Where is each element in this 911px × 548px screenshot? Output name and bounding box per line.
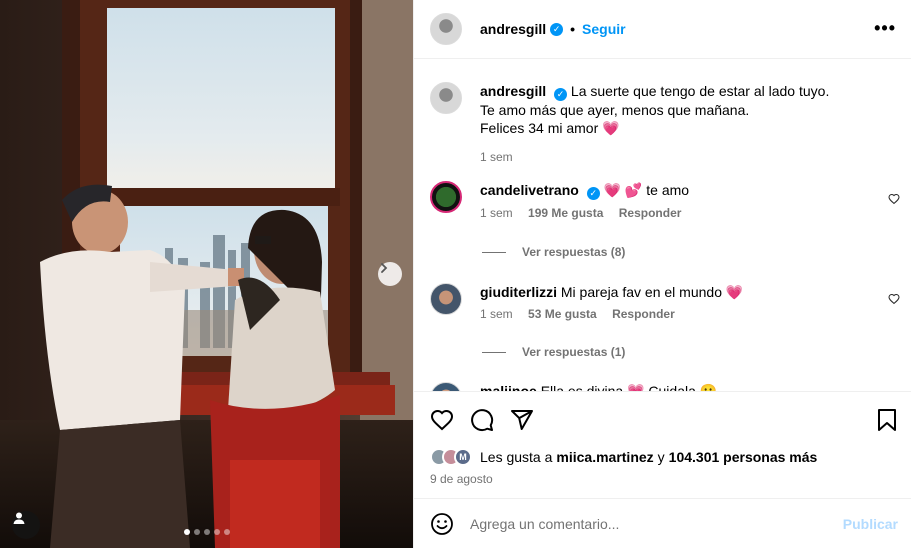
post-date[interactable]: 9 de agosto	[430, 472, 493, 486]
carousel-dot	[204, 529, 210, 535]
replies-divider	[482, 351, 506, 353]
likes-count[interactable]: 104.301 personas más	[669, 449, 818, 465]
likes-user[interactable]: miica.martinez	[556, 449, 653, 465]
comment-icon[interactable]	[470, 408, 494, 432]
tagged-users-button[interactable]	[12, 511, 40, 539]
caption-time[interactable]: 1 sem	[480, 150, 829, 164]
comment-emoji: 💗 Cuidala 🙂	[627, 383, 718, 391]
comment-time[interactable]: 1 sem	[480, 307, 513, 321]
user-icon	[13, 512, 25, 524]
post-side-panel: andresgill ✓ • Seguir ••• andresgill ✓ L…	[413, 0, 911, 548]
comments-list[interactable]: andresgill ✓ La suerte que tengo de esta…	[414, 60, 911, 391]
post-photo[interactable]	[0, 0, 413, 548]
reply-button[interactable]: Responder	[619, 206, 682, 220]
separator-dot: •	[570, 21, 576, 37]
bookmark-icon[interactable]	[876, 408, 898, 432]
author-username[interactable]: andresgill	[480, 21, 546, 37]
like-heart-icon[interactable]	[430, 408, 454, 432]
next-photo-button[interactable]	[378, 262, 402, 286]
comment-emoji: 💗	[725, 284, 744, 300]
heart-icon[interactable]	[888, 193, 900, 205]
verified-badge-icon: ✓	[550, 22, 564, 36]
comment-likes[interactable]: 199 Me gusta	[528, 206, 603, 220]
carousel-dot	[214, 529, 220, 535]
chevron-right-icon	[381, 263, 388, 273]
caption-line: Felices 34 mi amor	[480, 120, 599, 136]
avatar: M	[454, 448, 472, 466]
caption-username[interactable]: andresgill	[480, 83, 546, 99]
comment-username[interactable]: candelivetrano	[480, 182, 579, 198]
heart-icon[interactable]	[888, 293, 900, 305]
view-replies-button[interactable]: Ver respuestas (8)	[482, 245, 625, 259]
caption-line: La suerte que tengo de estar al lado tuy…	[570, 83, 830, 99]
verified-badge-icon: ✓	[586, 187, 600, 200]
carousel-dot	[184, 529, 190, 535]
likes-connector: y	[657, 449, 665, 465]
more-options-icon[interactable]: •••	[874, 18, 896, 39]
comment-time[interactable]: 1 sem	[480, 206, 513, 220]
comment-text: Mi pareja fav en el mundo	[560, 284, 722, 300]
comment-username[interactable]: giuditerlizzi	[480, 284, 557, 300]
likes-prefix: Les gusta a	[480, 449, 553, 465]
comment-item: giuditerlizzi Mi pareja fav en el mundo …	[430, 283, 743, 321]
heart-emoji: 💗	[602, 120, 620, 136]
post-actions: M Les gusta a miica.martinez y 104.301 p…	[414, 391, 911, 498]
comment-username[interactable]: malijnoe	[480, 383, 537, 391]
comment-likes[interactable]: 53 Me gusta	[528, 307, 597, 321]
verified-badge-icon: ✓	[554, 88, 568, 101]
publish-button[interactable]: Publicar	[843, 516, 898, 532]
avatar[interactable]	[430, 382, 462, 391]
avatar[interactable]	[430, 82, 462, 114]
follow-button[interactable]: Seguir	[582, 21, 626, 37]
view-replies-label: Ver respuestas (1)	[522, 345, 626, 359]
comment-input[interactable]	[470, 515, 830, 532]
carousel-dot	[224, 529, 230, 535]
comment-composer: Publicar	[414, 498, 911, 548]
comment-emoji: 💗 💕	[603, 182, 643, 198]
carousel-dot	[194, 529, 200, 535]
avatar[interactable]	[430, 13, 462, 45]
emoji-icon[interactable]	[430, 512, 454, 536]
share-icon[interactable]	[510, 408, 534, 432]
view-replies-button[interactable]: Ver respuestas (1)	[482, 345, 625, 359]
caption-line: Te amo más que ayer, menos que mañana.	[480, 102, 750, 118]
avatar[interactable]	[430, 283, 462, 315]
comment-item: malijnoe Ella es divina 💗 Cuidala 🙂	[430, 382, 717, 391]
photo-image	[0, 0, 413, 548]
comment-item: candelivetrano ✓ 💗 💕 te amo 1 sem 199 Me…	[430, 181, 689, 220]
replies-divider	[482, 251, 506, 253]
comment-text: Ella es divina	[540, 383, 624, 391]
reply-button[interactable]: Responder	[612, 307, 675, 321]
view-replies-label: Ver respuestas (8)	[522, 245, 626, 259]
carousel-indicator	[184, 529, 230, 535]
avatar[interactable]	[430, 181, 462, 213]
caption: andresgill ✓ La suerte que tengo de esta…	[430, 82, 829, 164]
comment-text: te amo	[646, 182, 690, 198]
post-header: andresgill ✓ • Seguir •••	[414, 0, 911, 59]
likes-summary: M Les gusta a miica.martinez y 104.301 p…	[430, 448, 817, 466]
